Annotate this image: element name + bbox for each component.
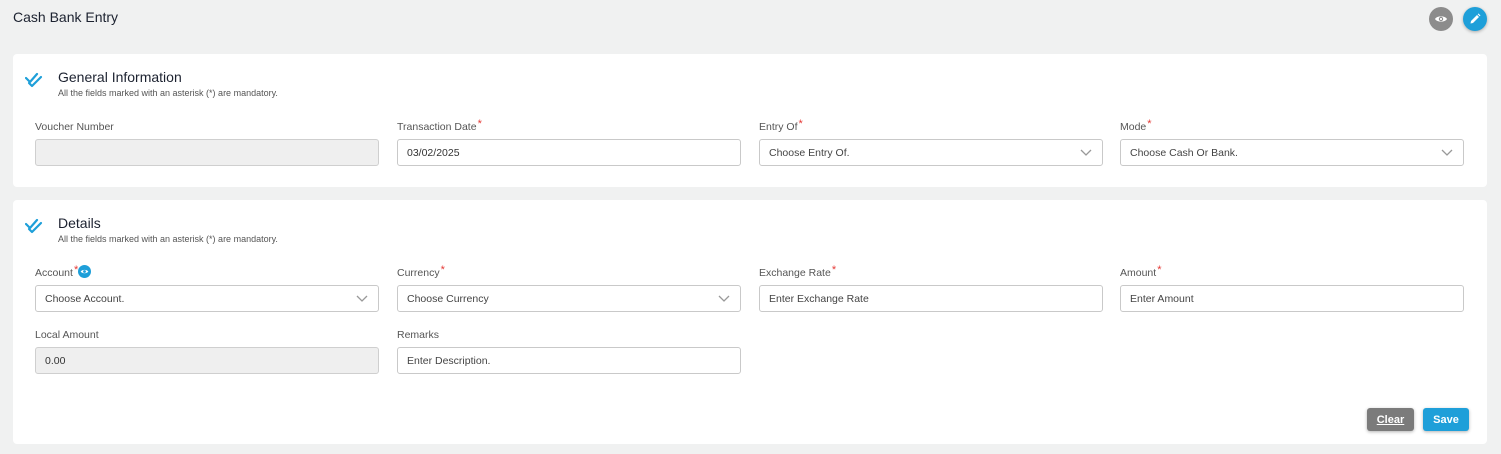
pencil-icon xyxy=(1470,13,1481,24)
section-subtitle: All the fields marked with an asterisk (… xyxy=(58,234,278,244)
local-amount-input: 0.00 xyxy=(35,347,379,374)
select-placeholder: Choose Currency xyxy=(407,292,489,305)
required-marker: * xyxy=(440,264,445,276)
required-marker: * xyxy=(477,118,482,130)
account-field: Account * Choose Account. xyxy=(35,265,379,312)
chevron-down-icon xyxy=(1441,149,1453,156)
exchange-rate-input[interactable]: Enter Exchange Rate xyxy=(759,285,1103,312)
field-label: Transaction Date * xyxy=(397,118,482,134)
required-marker: * xyxy=(798,118,803,130)
field-label: Voucher Number xyxy=(35,121,114,133)
mode-field: Mode * Choose Cash Or Bank. xyxy=(1120,118,1464,166)
entry-of-field: Entry Of * Choose Entry Of. xyxy=(759,118,1103,166)
amount-field: Amount * Enter Amount xyxy=(1120,264,1464,312)
section-title: General Information xyxy=(58,69,182,85)
remarks-input[interactable]: Enter Description. xyxy=(397,347,741,374)
required-marker: * xyxy=(831,264,837,276)
page-title: Cash Bank Entry xyxy=(13,9,119,25)
section-title: Details xyxy=(58,215,101,231)
field-label: Amount * xyxy=(1120,264,1162,280)
voucher-number-field: Voucher Number xyxy=(35,120,379,166)
account-select[interactable]: Choose Account. xyxy=(35,285,379,312)
field-label: Remarks xyxy=(397,329,440,341)
currency-select[interactable]: Choose Currency xyxy=(397,285,741,312)
entry-of-select[interactable]: Choose Entry Of. xyxy=(759,139,1103,166)
voucher-number-input xyxy=(35,139,379,166)
field-label: Account * xyxy=(35,265,379,280)
view-button[interactable] xyxy=(1429,7,1453,31)
mode-select[interactable]: Choose Cash Or Bank. xyxy=(1120,139,1464,166)
double-check-icon xyxy=(25,218,43,234)
required-marker: * xyxy=(1157,264,1162,276)
select-placeholder: Choose Cash Or Bank. xyxy=(1130,146,1238,159)
field-label: Currency * xyxy=(397,264,445,280)
amount-input[interactable]: Enter Amount xyxy=(1120,285,1464,312)
chevron-down-icon xyxy=(1080,149,1092,156)
local-amount-field: Local Amount 0.00 xyxy=(35,328,379,374)
edit-button[interactable] xyxy=(1463,7,1487,31)
exchange-rate-field: Exchange Rate * Enter Exchange Rate xyxy=(759,264,1103,312)
remarks-field: Remarks Enter Description. xyxy=(397,328,741,374)
section-subtitle: All the fields marked with an asterisk (… xyxy=(58,88,278,98)
currency-field: Currency * Choose Currency xyxy=(397,264,741,312)
chevron-down-icon xyxy=(718,295,730,302)
account-view-icon[interactable] xyxy=(78,265,92,278)
save-button[interactable]: Save xyxy=(1423,408,1469,431)
general-information-card: General Information All the fields marke… xyxy=(13,54,1487,187)
double-check-icon xyxy=(25,72,43,88)
eye-icon xyxy=(1435,16,1447,22)
details-card: Details All the fields marked with an as… xyxy=(13,200,1487,444)
transaction-date-field: Transaction Date * 03/02/2025 xyxy=(397,118,741,166)
transaction-date-input[interactable]: 03/02/2025 xyxy=(397,139,741,166)
required-marker: * xyxy=(1147,118,1152,130)
clear-button[interactable]: Clear xyxy=(1367,408,1414,431)
field-label: Exchange Rate * xyxy=(759,264,837,280)
field-label: Mode * xyxy=(1120,118,1152,134)
chevron-down-icon xyxy=(356,295,368,302)
select-placeholder: Choose Account. xyxy=(45,292,125,305)
field-label: Local Amount xyxy=(35,329,99,341)
select-placeholder: Choose Entry Of. xyxy=(769,146,850,159)
field-label: Entry Of * xyxy=(759,118,803,134)
